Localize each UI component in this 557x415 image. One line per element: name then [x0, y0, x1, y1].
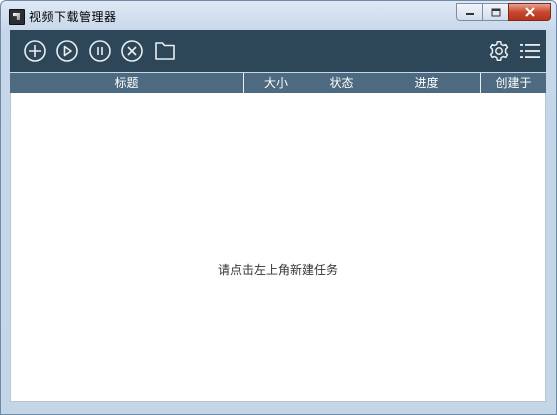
title-bar[interactable]: 视频下载管理器 [1, 1, 556, 29]
open-folder-button[interactable] [153, 39, 177, 63]
start-button[interactable] [55, 39, 79, 63]
pause-circle-icon [89, 40, 111, 62]
minimize-button[interactable] [456, 3, 482, 21]
toolbar [10, 30, 546, 72]
close-button[interactable] [508, 3, 551, 21]
add-task-button[interactable] [23, 39, 47, 63]
task-list[interactable]: 请点击左上角新建任务 [10, 93, 546, 402]
empty-hint: 请点击左上角新建任务 [217, 263, 338, 277]
maximize-button[interactable] [482, 3, 508, 21]
play-circle-icon [56, 40, 78, 62]
minimize-icon [465, 13, 474, 15]
column-header-progress[interactable]: 进度 [375, 73, 478, 93]
maximize-icon [491, 8, 500, 16]
plus-circle-icon [24, 40, 46, 62]
column-header-created[interactable]: 创建于 [481, 73, 546, 93]
close-icon [524, 7, 535, 17]
folder-icon [155, 42, 175, 60]
column-header-title[interactable]: 标题 [10, 73, 243, 93]
close-circle-icon [121, 40, 143, 62]
list-menu-icon [520, 44, 540, 58]
table-header: 标题 大小 状态 进度 创建于 [10, 73, 546, 93]
caption-buttons [456, 3, 551, 21]
app-logo-icon [9, 9, 25, 25]
column-header-size[interactable]: 大小 [244, 73, 308, 93]
delete-button[interactable] [120, 39, 144, 63]
settings-button[interactable] [487, 39, 511, 63]
column-header-status[interactable]: 状态 [308, 73, 375, 93]
menu-button[interactable] [518, 39, 542, 63]
app-window: 视频下载管理器 标题 大小 状态 进度 创建于 请点击左上角新建任务 [0, 0, 557, 415]
gear-icon [489, 41, 509, 61]
pause-button[interactable] [88, 39, 112, 63]
window-title: 视频下载管理器 [29, 10, 117, 24]
